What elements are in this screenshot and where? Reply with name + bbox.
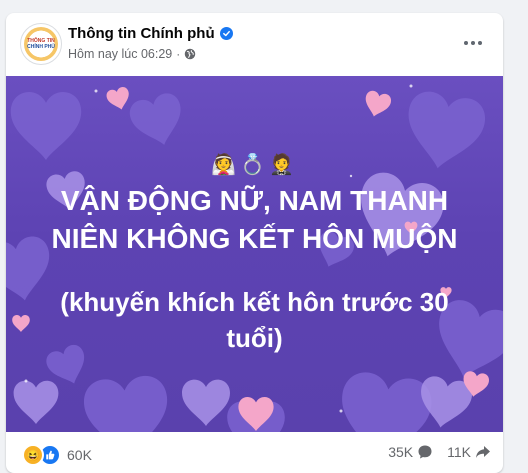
banner-headline: VẬN ĐỘNG NỮ, NAM THANH NIÊN KHÔNG KẾT HÔ… [51, 185, 458, 254]
share-count-link[interactable]: 11K [447, 444, 491, 460]
share-icon [476, 446, 490, 458]
post-timestamp-link[interactable]: Hôm nay lúc 06:29 [68, 47, 172, 61]
page-name-row: Thông tin Chính phủ [68, 25, 233, 42]
globe-icon[interactable] [184, 48, 196, 60]
reaction-count: 60K [67, 447, 92, 463]
more-dot [478, 41, 482, 45]
post-card: THÔNG TIN CHÍNH PHỦ Thông tin Chính phủ … [6, 13, 503, 473]
more-dot [464, 41, 468, 45]
wedding-emojis: 👰💍🤵 [211, 154, 298, 176]
comment-count: 35K [388, 444, 414, 460]
more-dot [471, 41, 475, 45]
comment-count-link[interactable]: 35K [388, 444, 433, 460]
more-options-icon[interactable] [455, 31, 491, 55]
share-count: 11K [447, 444, 471, 460]
post-image[interactable]: 👰💍🤵 VẬN ĐỘNG NỮ, NAM THANH NIÊN KHÔNG KẾ… [6, 76, 503, 432]
post-meta: Hôm nay lúc 06:29 · [68, 47, 196, 61]
logo-text-bottom: CHÍNH PHỦ [27, 44, 55, 50]
page-logo: THÔNG TIN CHÍNH PHỦ [24, 27, 58, 61]
post-header: THÔNG TIN CHÍNH PHỦ Thông tin Chính phủ … [6, 13, 503, 76]
post-footer: 😆 60K 35K 11K [6, 432, 503, 473]
haha-icon: 😆 [22, 444, 44, 466]
reactions-summary[interactable]: 😆 60K [22, 444, 92, 466]
banner-subline: (khuyến khích kết hôn trước 30 tuổi) [60, 287, 449, 353]
page-avatar[interactable]: THÔNG TIN CHÍNH PHỦ [20, 23, 62, 65]
comment-icon [418, 445, 432, 459]
page-name-link[interactable]: Thông tin Chính phủ [68, 25, 215, 42]
verified-badge-icon [219, 27, 233, 40]
engagement-counts: 35K 11K [388, 444, 491, 460]
meta-separator: · [176, 47, 181, 61]
